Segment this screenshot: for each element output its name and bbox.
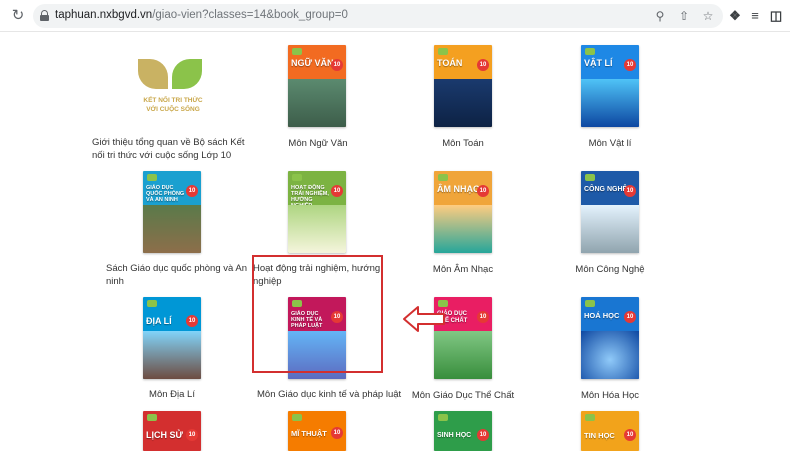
zoom-icon[interactable]: ⚲ xyxy=(651,7,669,25)
book-item-cong-nghe[interactable]: CÔNG NGHỆ 10 Môn Công Nghệ xyxy=(525,171,695,291)
book-caption[interactable]: Môn Vật lí xyxy=(525,137,695,150)
book-cover[interactable]: HOẠT ĐỘNG TRẢI NGHIỆM, HƯỚNG NGHIỆP 10 xyxy=(288,171,346,253)
extensions-icon[interactable]: ❖ xyxy=(725,6,745,26)
star-icon[interactable]: ☆ xyxy=(699,7,717,25)
book-caption[interactable]: Môn Công Nghệ xyxy=(525,263,695,276)
ket-noi-tri-thuc-logo: KẾT NỐI TRI THỨC VỚI CUỘC SỐNG xyxy=(138,59,208,119)
book-grid: KẾT NỐI TRI THỨC VỚI CUỘC SỐNG Giới thiệ… xyxy=(0,33,790,451)
logo-line2: VỚI CUỘC SỐNG xyxy=(146,106,200,113)
book-cover[interactable]: GIÁO DỤC QUỐC PHÒNG VÀ AN NINH 10 xyxy=(143,171,201,253)
book-caption[interactable]: Môn Âm Nhạc xyxy=(378,263,548,276)
book-cover[interactable]: VẬT LÍ 10 xyxy=(581,45,639,127)
book-caption[interactable]: Môn Toán xyxy=(378,137,548,150)
book-cover[interactable]: SINH HỌC 10 xyxy=(434,411,492,451)
media-icon[interactable]: ≡ xyxy=(745,6,765,26)
share-icon[interactable]: ⇧ xyxy=(675,7,693,25)
book-caption[interactable]: Giới thiệu tổng quan về Bộ sách Kết nối … xyxy=(92,136,252,162)
book-cover[interactable]: NGỮ VĂN 10 xyxy=(288,45,346,127)
left-arrow-icon xyxy=(403,306,445,332)
book-caption[interactable]: Môn Hóa Học xyxy=(525,389,695,402)
reload-icon[interactable]: ↻ xyxy=(8,6,28,26)
logo-line1: KẾT NỐI TRI THỨC xyxy=(143,97,203,104)
book-caption[interactable]: Môn Giáo Dục Thể Chất xyxy=(378,389,548,402)
url-domain: taphuan.nxbgvd.vn xyxy=(55,9,153,21)
book-cover[interactable]: TOÁN 10 xyxy=(434,45,492,127)
book-item-vat-li[interactable]: VẬT LÍ 10 Môn Vật lí xyxy=(525,45,695,165)
book-item-toan[interactable]: TOÁN 10 Môn Toán xyxy=(378,45,548,165)
highlight-box xyxy=(252,255,383,373)
book-cover[interactable]: ÂM NHẠC 10 xyxy=(434,171,492,253)
url-text[interactable]: taphuan.nxbgvd.vn/giao-vien?classes=14&b… xyxy=(55,9,348,21)
book-caption[interactable]: Môn Địa Lí xyxy=(100,388,244,401)
url-path: /giao-vien?classes=14&book_group=0 xyxy=(152,9,348,21)
book-item-tin-hoc[interactable]: TIN HỌC 10 xyxy=(525,411,695,451)
browser-toolbar: ↻ taphuan.nxbgvd.vn/giao-vien?classes=14… xyxy=(0,0,790,32)
book-item-am-nhac[interactable]: ÂM NHẠC 10 Môn Âm Nhạc xyxy=(378,171,548,291)
book-cover[interactable]: ĐỊA LÍ 10 xyxy=(143,297,201,379)
book-cover[interactable]: TIN HỌC 10 xyxy=(581,411,639,451)
book-cover[interactable]: MĨ THUẬT 10 xyxy=(288,411,346,451)
sidebar-icon[interactable]: ◫ xyxy=(766,6,786,26)
book-item-sinh-hoc[interactable]: SINH HỌC 10 xyxy=(378,411,548,451)
lock-icon[interactable] xyxy=(40,10,49,21)
book-item-hoa-hoc[interactable]: HOÁ HỌC 10 Môn Hóa Học xyxy=(525,297,695,417)
book-cover[interactable]: LỊCH SỬ 10 xyxy=(143,411,201,451)
book-cover[interactable]: HOÁ HỌC 10 xyxy=(581,297,639,379)
address-bar[interactable]: taphuan.nxbgvd.vn/giao-vien?classes=14&b… xyxy=(33,4,723,28)
book-cover[interactable]: CÔNG NGHỆ 10 xyxy=(581,171,639,253)
